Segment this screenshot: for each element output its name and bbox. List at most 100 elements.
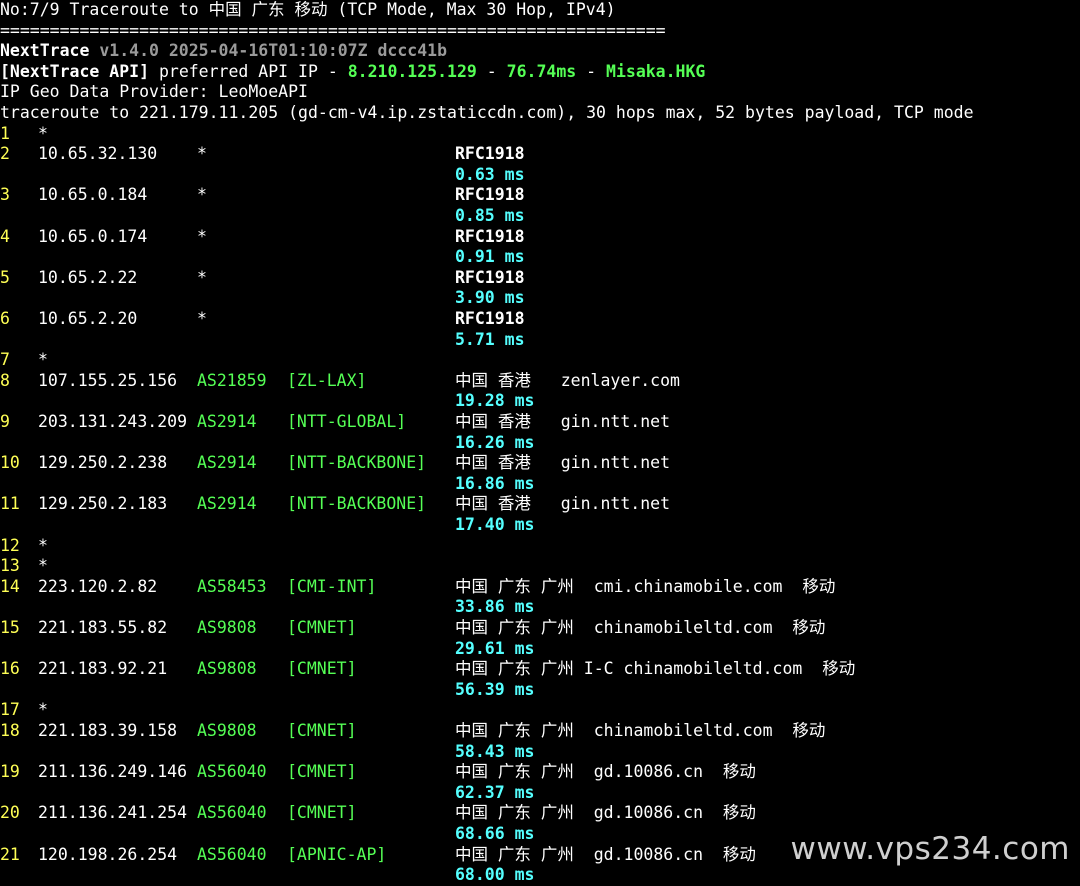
hop-number: 5 — [0, 267, 10, 287]
trace-title: No:7/9 Traceroute to 中国 广东 移动 (TCP Mode,… — [0, 0, 616, 19]
hop-rtt-row: 16.86 ms — [0, 474, 1080, 495]
hop-rtt-row: 19.28 ms — [0, 391, 1080, 412]
hop-network-tag: [NTT-BACKBONE] — [287, 494, 427, 514]
hop-rtt: 0.63 ms — [455, 164, 525, 184]
hop-number: 16 — [0, 659, 20, 679]
hop-number: 6 — [0, 309, 10, 328]
hop-number: 19 — [0, 762, 20, 782]
hop-ip: 223.120.2.82 — [38, 576, 158, 596]
hop-ip: 10.65.32.130 — [38, 144, 158, 164]
hop-ip: 129.250.2.238 — [38, 453, 168, 473]
hop-number: 12 — [0, 535, 20, 555]
hop-timeout: * — [38, 535, 48, 555]
hop-geo-info: 中国 香港 gin.ntt.net — [455, 453, 671, 473]
hop-rtt: 17.40 ms — [455, 515, 535, 534]
hop-asn: * — [197, 144, 207, 164]
hop-timeout: * — [38, 700, 48, 720]
hop-rtt: 3.90 ms — [455, 288, 525, 308]
hop-asn: AS9808 — [197, 618, 257, 637]
hop-rtt: 62.37 ms — [455, 782, 535, 802]
hop-rtt: 33.86 ms — [455, 597, 535, 617]
api-label: [NextTrace API] — [0, 61, 150, 81]
hop-ip: 120.198.26.254 — [38, 844, 178, 864]
hop-row: 20 211.136.241.254 AS56040 [CMNET] 中国 广东 广州 … — [0, 803, 1080, 824]
hop-rtt: 0.85 ms — [455, 206, 525, 225]
hop-geo-info: RFC1918 — [455, 226, 525, 246]
hop-timeout: * — [38, 556, 48, 576]
hop-ip: 10.65.2.20 — [38, 309, 138, 328]
hop-number: 20 — [0, 803, 20, 823]
api-line: [NextTrace API] preferred API IP - 8.210… — [0, 62, 705, 83]
api-text: preferred API IP - — [149, 61, 348, 81]
hop-ip: 211.136.249.146 — [38, 762, 188, 782]
hop-row: 2 10.65.32.130 * RFC1918 — [0, 144, 1080, 165]
hop-network-tag: [CMNET] — [287, 762, 357, 782]
hop-row: 8 107.155.25.156 AS21859 [ZL-LAX] 中国 香港 zenl… — [0, 371, 1080, 392]
hop-ip: 221.183.39.158 — [38, 721, 178, 740]
hop-rtt-row: 3.90 ms — [0, 288, 1080, 309]
hop-number: 14 — [0, 576, 20, 596]
hop-asn: AS21859 — [197, 370, 267, 390]
hop-number: 8 — [0, 370, 10, 390]
hop-row: 9 203.131.243.209 AS2914 [NTT-GLOBAL] 中国 香港 … — [0, 412, 1080, 433]
hop-rtt-row: 0.63 ms — [0, 165, 1080, 186]
hop-ip: 221.183.92.21 — [38, 659, 168, 679]
hop-row: 5 10.65.2.22 * RFC1918 — [0, 268, 1080, 289]
hop-asn: AS2914 — [197, 412, 257, 431]
hop-asn: AS56040 — [197, 803, 267, 823]
hop-number: 1 — [0, 123, 10, 143]
hop-rtt: 19.28 ms — [455, 391, 535, 411]
app-version: v1.4.0 2025-04-16T01:10:07Z dccc41b — [89, 41, 448, 61]
hop-row: 6 10.65.2.20 * RFC1918 — [0, 309, 1080, 330]
hop-timeout: * — [38, 123, 48, 143]
hop-rtt: 16.26 ms — [455, 432, 535, 452]
hop-ip: 10.65.0.174 — [38, 226, 148, 246]
hop-row: 11 129.250.2.183 AS2914 [NTT-BACKBONE] 中国 香港… — [0, 494, 1080, 515]
hop-rtt: 56.39 ms — [455, 679, 535, 699]
hop-rtt-row: 0.85 ms — [0, 206, 1080, 227]
hop-ip: 129.250.2.183 — [38, 494, 168, 514]
traceroute-command-line: traceroute to 221.179.11.205 (gd-cm-v4.i… — [0, 103, 974, 122]
hop-number: 10 — [0, 453, 20, 473]
hop-number: 9 — [0, 412, 10, 431]
hop-rtt-row: 5.71 ms — [0, 330, 1080, 351]
hop-geo-info: 中国 香港 gin.ntt.net — [455, 494, 671, 514]
hop-number: 18 — [0, 721, 20, 740]
hop-row: 4 10.65.0.174 * RFC1918 — [0, 227, 1080, 248]
hop-row: 16 221.183.92.21 AS9808 [CMNET] 中国 广东 广州 I-C… — [0, 659, 1080, 680]
hop-rtt: 29.61 ms — [455, 638, 535, 658]
hop-network-tag: [APNIC-AP] — [287, 844, 387, 864]
hop-asn: AS2914 — [197, 453, 257, 473]
hop-number: 3 — [0, 185, 10, 205]
watermark: www.vps234.com — [790, 831, 1070, 867]
hop-network-tag: [NTT-BACKBONE] — [287, 453, 427, 473]
hop-row: 15 221.183.55.82 AS9808 [CMNET] 中国 广东 广州 chi… — [0, 618, 1080, 639]
hop-network-tag: [CMNET] — [287, 618, 357, 637]
hop-rtt-row: 62.37 ms — [0, 783, 1080, 804]
hop-row: 3 10.65.0.184 * RFC1918 — [0, 185, 1080, 206]
hop-rtt: 0.91 ms — [455, 247, 525, 267]
hop-rtt-row: 0.91 ms — [0, 247, 1080, 268]
hop-geo-info: RFC1918 — [455, 267, 525, 287]
hop-row: 13 * — [0, 556, 1080, 577]
hop-ip: 203.131.243.209 — [38, 412, 188, 431]
hop-row: 17 * — [0, 700, 1080, 721]
hop-network-tag: [ZL-LAX] — [287, 370, 367, 390]
hop-row: 10 129.250.2.238 AS2914 [NTT-BACKBONE] 中国 香港… — [0, 453, 1080, 474]
hop-rtt: 58.43 ms — [455, 741, 535, 761]
hop-geo-info: 中国 广东 广州 gd.10086.cn 移动 — [455, 762, 756, 782]
hop-ip: 107.155.25.156 — [38, 370, 178, 390]
hop-asn: AS9808 — [197, 721, 257, 740]
hop-number: 7 — [0, 350, 10, 370]
hop-network-tag: [CMNET] — [287, 659, 357, 679]
app-name: NextTrace — [0, 41, 90, 61]
hop-network-tag: [CMNET] — [287, 803, 357, 823]
hop-number: 17 — [0, 700, 20, 720]
hop-number: 21 — [0, 844, 20, 864]
hop-asn: AS2914 — [197, 494, 257, 514]
api-node: Misaka.HKG — [606, 61, 706, 81]
hop-asn: * — [197, 267, 207, 287]
hop-row: 12 * — [0, 536, 1080, 557]
hop-row: 18 221.183.39.158 AS9808 [CMNET] 中国 广东 广州 ch… — [0, 721, 1080, 742]
hop-row: 1 * — [0, 124, 1080, 145]
